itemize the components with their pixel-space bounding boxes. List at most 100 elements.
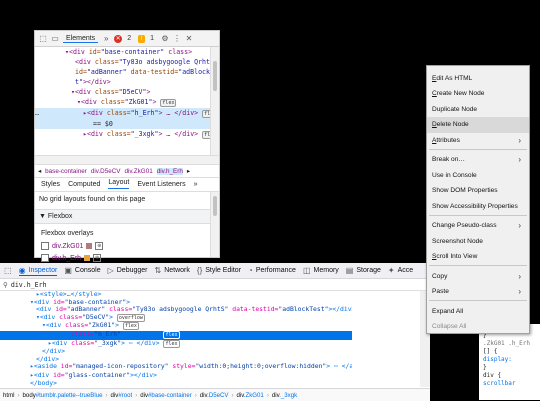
menu-item-attributes[interactable]: Attributes › bbox=[427, 132, 529, 148]
crumb-item[interactable]: div.ZkG01 bbox=[237, 392, 264, 399]
dom-node[interactable]: ▾<div id="base-container" class> bbox=[35, 47, 211, 57]
tab-console[interactable]: ▣ Console bbox=[64, 266, 100, 275]
menu-separator bbox=[429, 148, 527, 150]
crumb-item[interactable]: div#root bbox=[111, 392, 133, 399]
warning-icon[interactable]: ! bbox=[138, 34, 146, 43]
sidebar-tabs: Styles Computed Layout Event Listeners » bbox=[35, 177, 219, 192]
menu-item-delete-node[interactable]: Delete Node bbox=[427, 116, 529, 133]
flexbox-section-header[interactable]: ▼ Flexbox bbox=[35, 209, 211, 224]
crumb-item[interactable]: base-container bbox=[45, 168, 87, 175]
crumb-item-active[interactable]: div.h_Erh bbox=[156, 167, 183, 175]
tab-network[interactable]: ⇅ Network bbox=[155, 266, 190, 275]
reveal-target-icon[interactable]: ⊕ bbox=[93, 254, 102, 262]
dom-node[interactable]: <div class="Ty83o adsbygoogle QrhtS" bbox=[35, 57, 211, 67]
close-icon[interactable]: ✕ bbox=[185, 34, 193, 43]
crumb-item[interactable]: div.D5eCV bbox=[200, 392, 229, 399]
inspect-element-icon[interactable]: ⬚ bbox=[39, 34, 47, 43]
overlay-color-swatch[interactable] bbox=[86, 243, 93, 249]
menu-item-scroll-into-view[interactable]: Scroll Into View bbox=[427, 249, 529, 265]
pick-element-button[interactable]: ⬚ bbox=[4, 266, 12, 275]
overlay-element-link[interactable]: div.ZkG01 bbox=[52, 243, 83, 250]
crumb-item[interactable]: div._3xgk bbox=[272, 392, 297, 399]
horizontal-scrollbar[interactable] bbox=[35, 155, 219, 164]
menu-item-collapse-all: Collapse All bbox=[427, 319, 529, 335]
markup-node[interactable]: </body> bbox=[0, 379, 352, 387]
menu-item-break-on[interactable]: Break on… › bbox=[427, 152, 529, 168]
layout-badge[interactable]: flex bbox=[163, 330, 180, 339]
layout-scrollbar[interactable] bbox=[210, 192, 219, 257]
flex-badge[interactable]: flex bbox=[160, 99, 177, 107]
error-count[interactable]: 2 bbox=[127, 35, 131, 42]
crumb-item[interactable]: html bbox=[3, 392, 15, 399]
menu-item-show-accessibility-properties[interactable]: Show Accessibility Properties bbox=[427, 198, 529, 214]
rule-line: .ZkG01 .h_Erh bbox=[483, 340, 530, 347]
tab-event-listeners[interactable]: Event Listeners bbox=[137, 181, 185, 188]
overlay-checkbox[interactable] bbox=[41, 242, 49, 250]
reveal-target-icon[interactable]: ⊕ bbox=[95, 242, 104, 250]
search-input[interactable]: div.h_Erh bbox=[11, 281, 47, 289]
tab-memory[interactable]: ◫ Memory bbox=[303, 266, 339, 275]
crumb-item[interactable]: div.D5eCV bbox=[91, 168, 121, 175]
dom-tree-scrollbar[interactable] bbox=[210, 47, 219, 155]
crumb-separator-icon: › bbox=[17, 391, 20, 399]
dom-node[interactable]: ▸<div class="_3xgk"> … </div> flex bbox=[35, 129, 211, 140]
tab-accessibility[interactable]: ✦ Acce bbox=[388, 266, 413, 275]
settings-gear-icon[interactable]: ⚙ bbox=[161, 34, 169, 43]
dom-node-selected[interactable]: …▸<div class="h_Erh"> … </div> flex bbox=[35, 108, 211, 119]
context-menu: Edit As HTML Create New Node Duplicate Nod… bbox=[426, 65, 530, 334]
menu-item-show-dom-properties[interactable]: Show DOM Properties bbox=[427, 183, 529, 199]
submenu-arrow-icon: › bbox=[518, 221, 521, 230]
dom-tree: ▾<div id="base-container" class> <div cl… bbox=[35, 47, 211, 155]
layout-pane: No grid layouts found on this page ▼ Fle… bbox=[35, 192, 211, 262]
menu-item-duplicate-node[interactable]: Duplicate Node bbox=[427, 101, 529, 117]
layout-badge[interactable]: flex bbox=[163, 339, 180, 348]
menu-item-label: Edit As HTML bbox=[432, 74, 473, 82]
menu-item-screenshot-node[interactable]: Screenshot Node bbox=[427, 233, 529, 249]
overlay-color-swatch[interactable] bbox=[84, 255, 91, 261]
crumb-separator-icon: › bbox=[266, 391, 269, 399]
crumb-separator-icon: › bbox=[194, 391, 197, 399]
menu-item-create-new-node[interactable]: Create New Node bbox=[427, 86, 529, 102]
menu-separator bbox=[429, 300, 527, 301]
crumb-item[interactable]: div#base-container bbox=[140, 392, 192, 399]
menu-item-use-in-console[interactable]: Use in Console bbox=[427, 167, 529, 183]
tab-elements[interactable]: Elements bbox=[63, 35, 99, 43]
menu-item-paste[interactable]: Paste › bbox=[427, 284, 529, 300]
dom-node[interactable]: ▾<div class="D5eCV"> bbox=[35, 87, 211, 97]
menu-item-edit-as-html[interactable]: Edit As HTML bbox=[427, 70, 529, 86]
menu-item-label: Create New Node bbox=[432, 90, 485, 97]
tab-styles[interactable]: Styles bbox=[41, 181, 60, 188]
crumb-item[interactable]: div.ZkG01 bbox=[124, 168, 152, 175]
menu-item-expand-all[interactable]: Expand All bbox=[427, 303, 529, 319]
tab-layout[interactable]: Layout bbox=[108, 179, 130, 189]
pick-element-icon: ⬚ bbox=[4, 266, 12, 275]
tab-computed[interactable]: Computed bbox=[68, 181, 100, 188]
tab-performance[interactable]: ◔ Performance bbox=[248, 266, 296, 275]
dom-node[interactable]: ▾<div class="ZkG01"> flex bbox=[35, 97, 211, 108]
tab-storage[interactable]: ▤ Storage bbox=[346, 266, 381, 275]
menu-item-copy[interactable]: Copy › bbox=[427, 268, 529, 284]
crumb-scroll-right-icon[interactable]: ▸ bbox=[187, 168, 190, 175]
overlay-element-link[interactable]: div.h_Erh bbox=[52, 255, 81, 262]
more-tabs-icon[interactable]: » bbox=[194, 181, 198, 188]
crumb-item[interactable]: body#tumblr.palette--trueBlue bbox=[23, 392, 103, 399]
overlay-checkbox[interactable] bbox=[41, 254, 49, 262]
warning-count[interactable]: 1 bbox=[150, 35, 154, 42]
tab-inspector[interactable]: ◉ Inspector bbox=[18, 266, 58, 276]
device-toolbar-icon[interactable]: ▭ bbox=[51, 34, 59, 43]
tab-debugger[interactable]: ▷ Debugger bbox=[108, 266, 148, 275]
crumb-scroll-left-icon[interactable]: ◂ bbox=[38, 168, 41, 175]
more-tabs-icon[interactable]: » bbox=[102, 34, 110, 43]
menu-item-label: Paste bbox=[432, 288, 449, 295]
scrollbar-thumb[interactable] bbox=[213, 196, 217, 216]
tab-style-editor[interactable]: {} Style Editor bbox=[197, 266, 241, 275]
rule-line: [] { bbox=[483, 348, 498, 355]
menu-item-label: Show DOM Properties bbox=[432, 187, 498, 194]
scrollbar-thumb[interactable] bbox=[213, 61, 217, 91]
search-bar: ⚲ div.h_Erh bbox=[0, 279, 430, 291]
error-icon[interactable]: ✕ bbox=[114, 34, 123, 43]
menu-item-change-pseudo-class[interactable]: Change Pseudo-class › bbox=[427, 218, 529, 234]
menu-item-label: Change Pseudo-class bbox=[432, 222, 497, 229]
crumb-separator-icon: › bbox=[231, 391, 234, 399]
kebab-menu-icon[interactable]: ⋮ bbox=[173, 34, 181, 43]
